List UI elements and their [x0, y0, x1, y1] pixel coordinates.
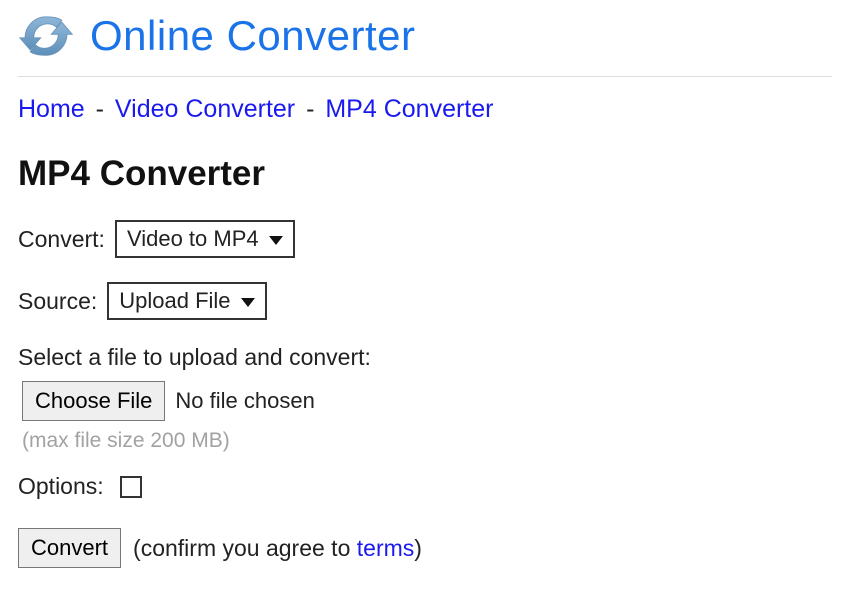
source-label: Source: [18, 288, 97, 315]
options-row: Options: [18, 473, 832, 500]
source-row: Source: Upload File [18, 282, 832, 320]
source-select[interactable]: Upload File [107, 282, 266, 320]
convert-label: Convert: [18, 226, 105, 253]
choose-file-button[interactable]: Choose File [22, 381, 165, 421]
file-row: Choose File No file chosen [22, 381, 832, 421]
breadcrumb-separator: - [306, 95, 314, 123]
breadcrumb-mp4-converter[interactable]: MP4 Converter [325, 95, 493, 123]
convert-button[interactable]: Convert [18, 528, 121, 568]
file-status: No file chosen [175, 388, 314, 414]
file-section: Select a file to upload and convert: Cho… [18, 344, 832, 453]
source-select-value: Upload File [119, 288, 230, 314]
confirm-text: (confirm you agree to terms) [133, 535, 422, 562]
confirm-suffix: ) [414, 535, 422, 561]
file-select-label: Select a file to upload and convert: [18, 344, 832, 371]
options-checkbox[interactable] [120, 476, 142, 498]
submit-row: Convert (confirm you agree to terms) [18, 528, 832, 568]
confirm-prefix: (confirm you agree to [133, 535, 357, 561]
breadcrumb-home[interactable]: Home [18, 95, 85, 123]
max-size-hint: (max file size 200 MB) [22, 429, 832, 453]
convert-row: Convert: Video to MP4 [18, 220, 832, 258]
breadcrumb: Home - Video Converter - MP4 Converter [18, 77, 832, 132]
header: Online Converter [18, 0, 832, 77]
terms-link[interactable]: terms [357, 535, 415, 561]
page-title: MP4 Converter [18, 154, 832, 194]
convert-select-value: Video to MP4 [127, 226, 259, 252]
refresh-arrows-icon [18, 8, 74, 64]
breadcrumb-separator: - [96, 95, 104, 123]
options-label: Options: [18, 473, 104, 500]
site-title[interactable]: Online Converter [90, 12, 415, 60]
breadcrumb-video-converter[interactable]: Video Converter [115, 95, 295, 123]
convert-select[interactable]: Video to MP4 [115, 220, 295, 258]
